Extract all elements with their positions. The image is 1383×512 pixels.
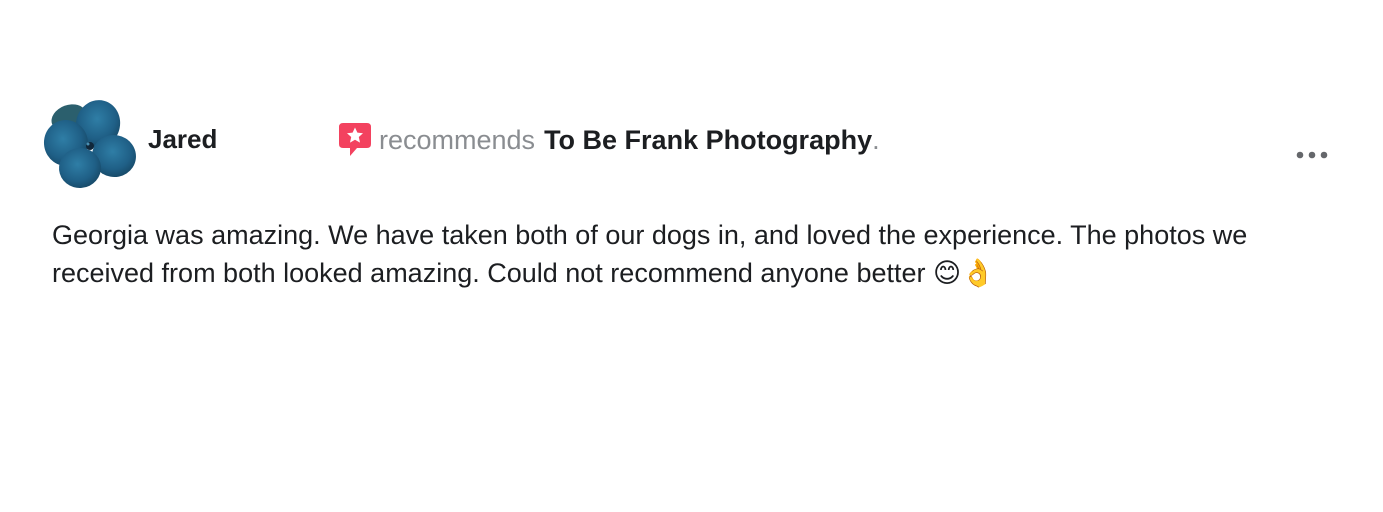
more-options-icon (1296, 151, 1328, 159)
review-text: Georgia was amazing. We have taken both … (52, 220, 1248, 288)
recommendation-line: recommends To Be Frank Photography . (338, 122, 880, 158)
recommendation-post: Jared recommends To Be Frank Photography… (0, 0, 1383, 512)
more-options-button[interactable] (1290, 140, 1334, 170)
author-name[interactable]: Jared (148, 123, 217, 155)
recommendation-star-icon (338, 122, 372, 158)
sentence-period: . (872, 125, 880, 155)
page-name-link[interactable]: To Be Frank Photography (544, 123, 872, 157)
recommends-text: recommends (379, 125, 536, 155)
avatar[interactable] (42, 96, 136, 190)
flower-avatar-icon (43, 100, 136, 189)
